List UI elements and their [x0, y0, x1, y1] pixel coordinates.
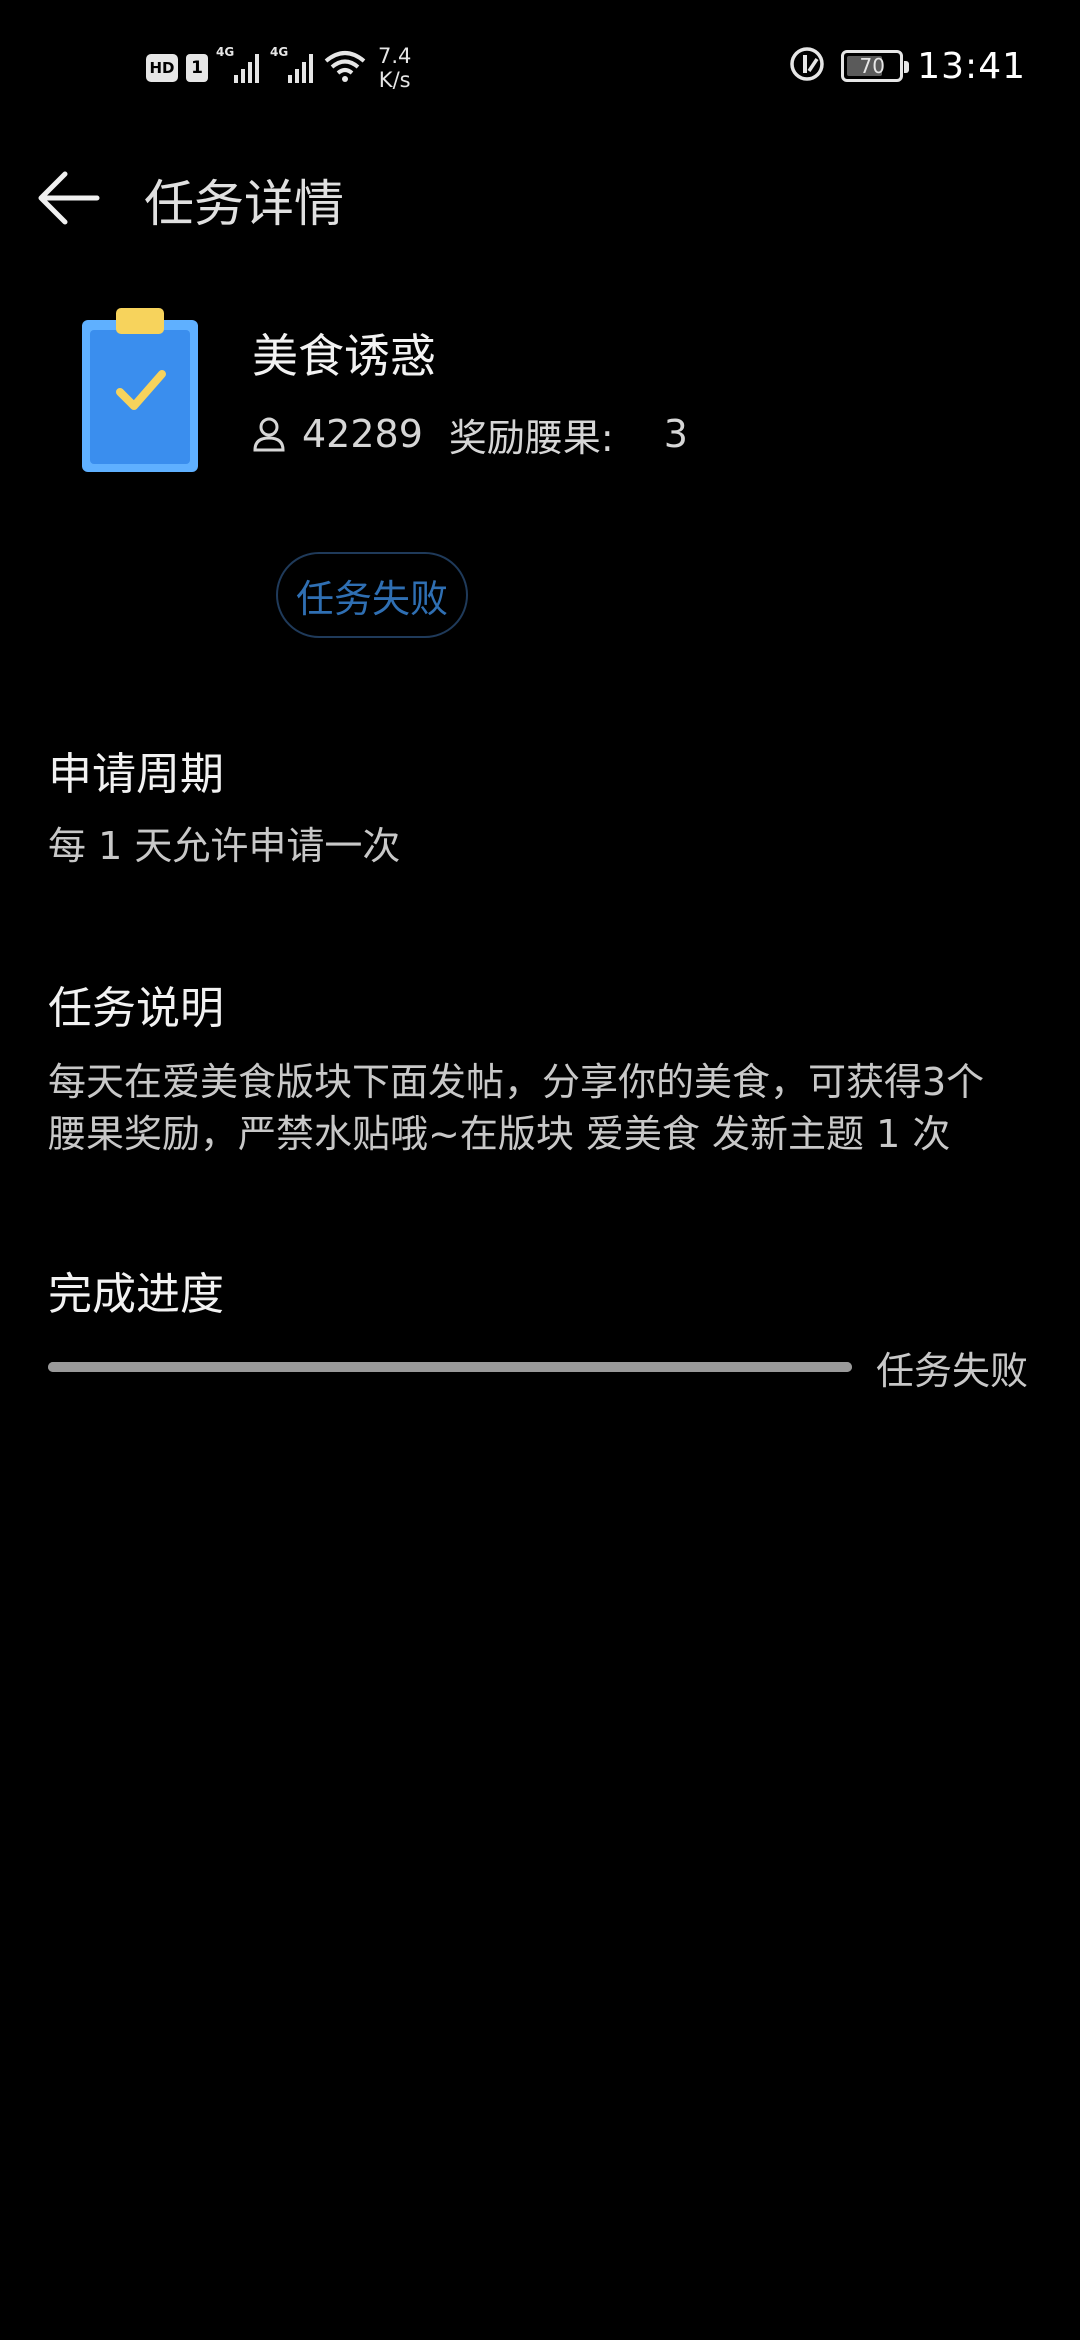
network-speed: 7.4 K/s [378, 44, 411, 92]
sim-badge: 1 [186, 54, 208, 82]
description-line-2: 腰果奖励，严禁水贴哦~在版块 爱美食 发新主题 1 次 [48, 1112, 951, 1156]
status-bar: HD 1 4G 4G 7.4 K/s 70 13:41 [0, 0, 1080, 130]
status-left: HD 1 4G 4G 7.4 K/s [146, 40, 411, 96]
reward-label: 奖励腰果: [448, 415, 614, 460]
speed-value: 7.4 [378, 44, 412, 68]
reward-value: 3 [663, 412, 688, 456]
page-title: 任务详情 [144, 175, 344, 233]
participant-count: 42289 [302, 412, 423, 456]
speed-unit: K/s [378, 68, 411, 92]
battery-level: 70 [859, 54, 885, 78]
network-type-label: 4G [216, 45, 235, 59]
network-type-label-2: 4G [270, 45, 289, 59]
clipboard-check-icon [78, 306, 202, 474]
progress-bar [48, 1362, 852, 1372]
task-name: 美食诱惑 [252, 329, 436, 383]
clock: 13:41 [917, 45, 1026, 87]
progress-title: 完成进度 [48, 1269, 224, 1320]
task-status-button[interactable]: 任务失败 [276, 552, 468, 638]
battery-icon: 70 [841, 50, 910, 82]
progress-status: 任务失败 [876, 1349, 1029, 1393]
description-title: 任务说明 [48, 983, 224, 1034]
period-text: 每 1 天允许申请一次 [48, 824, 401, 868]
wifi-icon [324, 49, 366, 87]
app-bar: 任务详情 [0, 140, 1080, 250]
status-right: 70 13:41 [787, 38, 1026, 94]
hd-badge: HD [146, 54, 178, 82]
description-line-1: 每天在爱美食版块下面发帖，分享你的美食，可获得3个 [48, 1060, 985, 1104]
power-saving-icon [787, 44, 827, 88]
progress-fill [48, 1362, 852, 1372]
arrow-left-icon [38, 171, 100, 225]
period-title: 申请周期 [48, 749, 224, 800]
signal-icon: 4G [216, 45, 262, 85]
user-icon [252, 416, 286, 452]
signal-icon-2: 4G [270, 45, 316, 85]
back-button[interactable] [28, 158, 108, 238]
task-meta: 42289 奖励腰果: 3 [252, 408, 688, 460]
